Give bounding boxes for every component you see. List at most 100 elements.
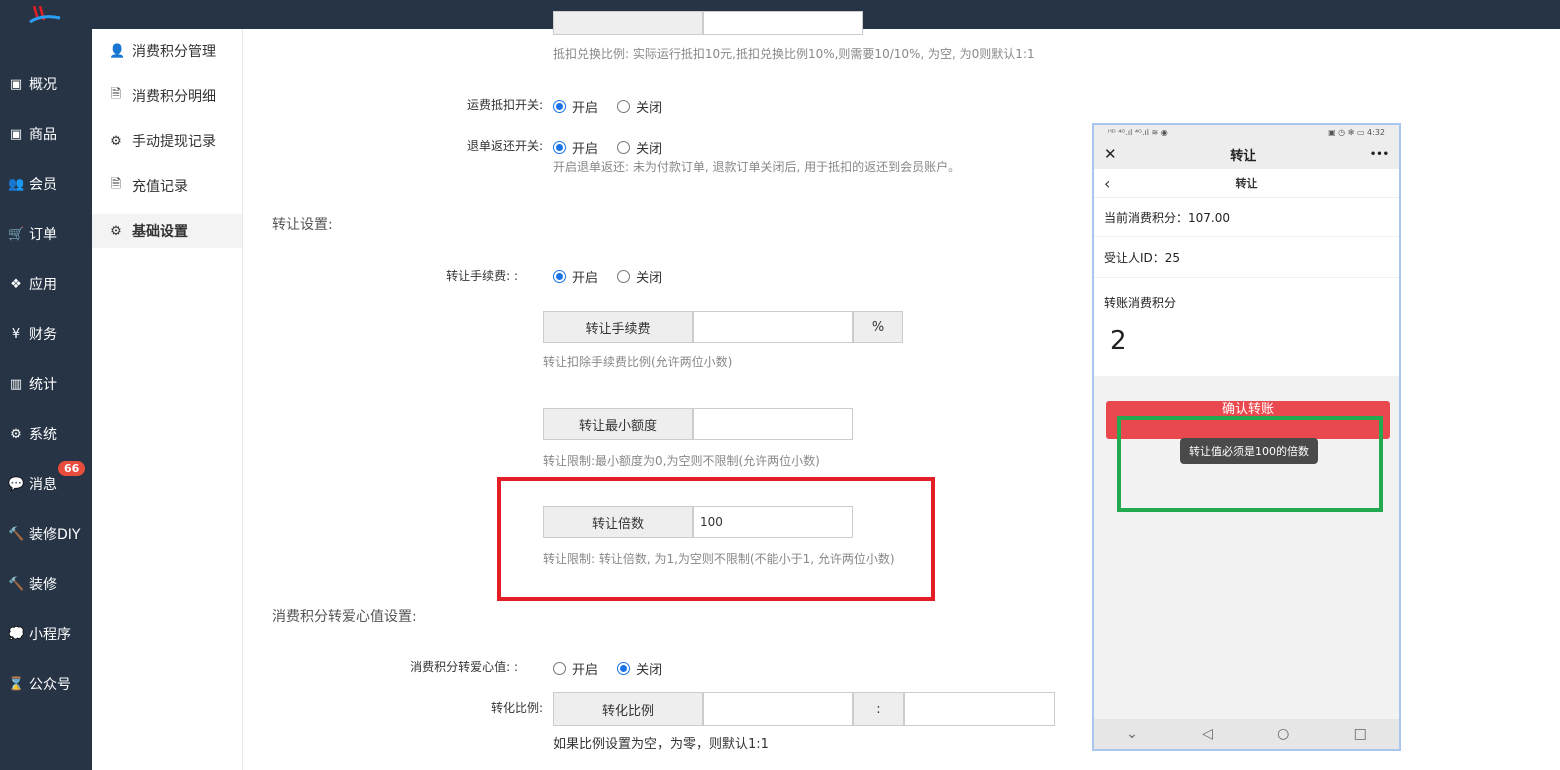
sidebar-item-stats[interactable]: ▥ 统计 [0, 369, 92, 399]
home-circle-icon[interactable]: ○ [1277, 726, 1289, 742]
transfer-min-input[interactable] [693, 408, 853, 440]
subnav-item-label: 充值记录 [132, 179, 188, 195]
sidebar-item-members[interactable]: 👥 会员 [0, 169, 92, 199]
comment-icon: 💬 [8, 476, 25, 492]
back-icon[interactable]: ‹ [1104, 174, 1110, 193]
radio-circle [617, 100, 631, 113]
transfer-fee-addon: 转让手续费 [543, 311, 693, 343]
transfer-fee-input[interactable] [693, 311, 853, 343]
back-triangle-icon[interactable]: ◁ [1202, 726, 1213, 742]
love-off-radio[interactable]: 关闭 [617, 659, 662, 678]
transfer-amount-input[interactable]: 2 [1110, 326, 1127, 356]
gears-icon: ⚙ [110, 223, 122, 239]
sidebar-item-goods[interactable]: ▣ 商品 [0, 119, 92, 149]
chevron-down-icon[interactable]: ⌄ [1126, 726, 1138, 742]
subnav-item-recharge-records[interactable]: 🗎 充值记录 [92, 169, 242, 203]
conversion-ratio-label: 转化比例: [490, 701, 543, 715]
transfer-fee-switch-label: 转让手续费: : [446, 269, 518, 283]
sidebar-item-diy[interactable]: 🔨 装修DIY [0, 519, 92, 549]
percent-addon: % [853, 311, 903, 343]
sidebar-item-label: 财务 [29, 327, 57, 343]
sidebar-item-label: 系统 [29, 427, 57, 443]
logo-icon[interactable] [28, 4, 62, 26]
sidebar-item-label: 会员 [29, 177, 57, 193]
sidebar-item-system[interactable]: ⚙ 系统 [0, 419, 92, 449]
subnav-item-label: 消费积分明细 [132, 89, 216, 105]
freight-off-radio[interactable]: 关闭 [617, 97, 662, 116]
transfer-section-title: 转让设置: [272, 217, 333, 233]
refund-return-label: 退单返还开关: [466, 139, 543, 153]
sidebar-item-apps[interactable]: ❖ 应用 [0, 269, 92, 299]
sidebar-item-finance[interactable]: ¥ 财务 [0, 319, 92, 349]
cart-icon: 🛒 [8, 226, 25, 242]
conversion-ratio-addon: 转化比例 [553, 692, 703, 726]
radio-label: 开启 [572, 271, 599, 286]
freight-deduct-radios: 开启 关闭 [553, 97, 676, 117]
sidebar-item-label: 概况 [29, 77, 57, 93]
cubes-icon: ❖ [10, 276, 22, 292]
subnav-item-points-detail[interactable]: 🗎 消费积分明细 [92, 79, 242, 113]
file-icon: 🗎 [110, 177, 122, 192]
radio-label: 关闭 [636, 142, 663, 157]
sidebar-item-overview[interactable]: ▣ 概况 [0, 69, 92, 99]
users-icon: 👥 [8, 176, 25, 192]
file-icon: 🗎 [110, 87, 122, 102]
transfer-min-addon: 转让最小额度 [543, 408, 693, 440]
transfer-fee-hint: 转让扣除手续费比例(允许两位小数) [543, 355, 733, 369]
transfer-fee-radios: 开启 关闭 [553, 267, 676, 287]
archive-icon: ▣ [9, 76, 23, 92]
refund-return-radios: 开启 关闭 [553, 138, 676, 158]
radio-circle [553, 270, 566, 283]
red-highlight-box [497, 477, 935, 601]
sidebar-item-label: 装修 [29, 577, 57, 593]
gears-icon: ⚙ [10, 426, 22, 442]
gavel-icon: 🔨 [8, 576, 25, 592]
sidebar-item-miniprogram[interactable]: 💭 小程序 [0, 619, 92, 649]
more-icon[interactable]: ••• [1370, 149, 1389, 160]
archive-icon: ▣ [9, 126, 23, 142]
hourglass-icon: ⌛ [8, 676, 25, 692]
user-icon: 👤 [109, 43, 126, 59]
gavel-icon: 🔨 [8, 526, 25, 542]
refund-on-radio[interactable]: 开启 [553, 138, 598, 157]
radio-label: 关闭 [636, 101, 663, 116]
current-points-row: 当前消费积分：107.00 [1094, 198, 1399, 237]
refund-return-hint: 开启退单返还: 未为付款订单, 退款订单关闭后, 用于抵扣的返还到会员账户。 [553, 160, 961, 174]
phone-title-bar: ✕ 转让 ••• [1094, 139, 1399, 169]
freight-on-radio[interactable]: 开启 [553, 97, 598, 116]
radio-circle [553, 141, 566, 154]
sidebar-item-orders[interactable]: 🛒 订单 [0, 219, 92, 249]
sidebar-item-label: 消息 [29, 477, 57, 493]
radio-circle [617, 270, 631, 283]
sidebar-item-label: 商品 [29, 127, 57, 143]
deduct-ratio-input[interactable] [703, 11, 863, 35]
sidebar-item-label: 应用 [29, 277, 57, 293]
radio-circle [617, 141, 631, 154]
subnav-item-points-manage[interactable]: 👤 消费积分管理 [92, 34, 242, 68]
fee-off-radio[interactable]: 关闭 [617, 267, 662, 286]
subnav-item-withdraw-records[interactable]: ⚙ 手动提现记录 [92, 124, 242, 158]
gears-icon: ⚙ [110, 133, 122, 149]
conversion-ratio-input-1[interactable] [703, 692, 853, 726]
status-right: ▣ ◷ ✻ ▭ 4:32 [1328, 127, 1385, 137]
sidebar-item-label: 小程序 [29, 627, 71, 643]
sidebar-item-messages[interactable]: 💬 消息 66 [0, 461, 92, 499]
radio-circle [553, 100, 566, 113]
main-sidebar: ▣ 概况 ▣ 商品 👥 会员 🛒 订单 ❖ 应用 ¥ 财务 ▥ 统计 ⚙ 系统 💬 消息 66 🔨 装… [0, 29, 92, 770]
phone-nav-bar: ‹ 转让 [1094, 169, 1399, 198]
conversion-ratio-hint: 如果比例设置为空，为零，则默认1:1 [553, 737, 769, 752]
subnav-item-basic-settings[interactable]: ⚙ 基础设置 [92, 214, 242, 248]
transfer-min-input-group: 转让最小额度 [543, 408, 853, 440]
sidebar-item-official-account[interactable]: ⌛ 公众号 [0, 669, 92, 699]
sidebar-item-label: 订单 [29, 227, 57, 243]
close-icon[interactable]: ✕ [1104, 145, 1117, 163]
wechat-icon: 💭 [8, 626, 25, 642]
refund-off-radio[interactable]: 关闭 [617, 138, 662, 157]
recent-square-icon[interactable]: □ [1354, 726, 1367, 742]
phone-title: 转让 [1230, 148, 1257, 164]
sidebar-item-decor[interactable]: 🔨 装修 [0, 569, 92, 599]
green-highlight-box [1117, 416, 1383, 512]
conversion-ratio-input-2[interactable] [904, 692, 1055, 726]
love-on-radio[interactable]: 开启 [553, 659, 598, 678]
fee-on-radio[interactable]: 开启 [553, 267, 598, 286]
